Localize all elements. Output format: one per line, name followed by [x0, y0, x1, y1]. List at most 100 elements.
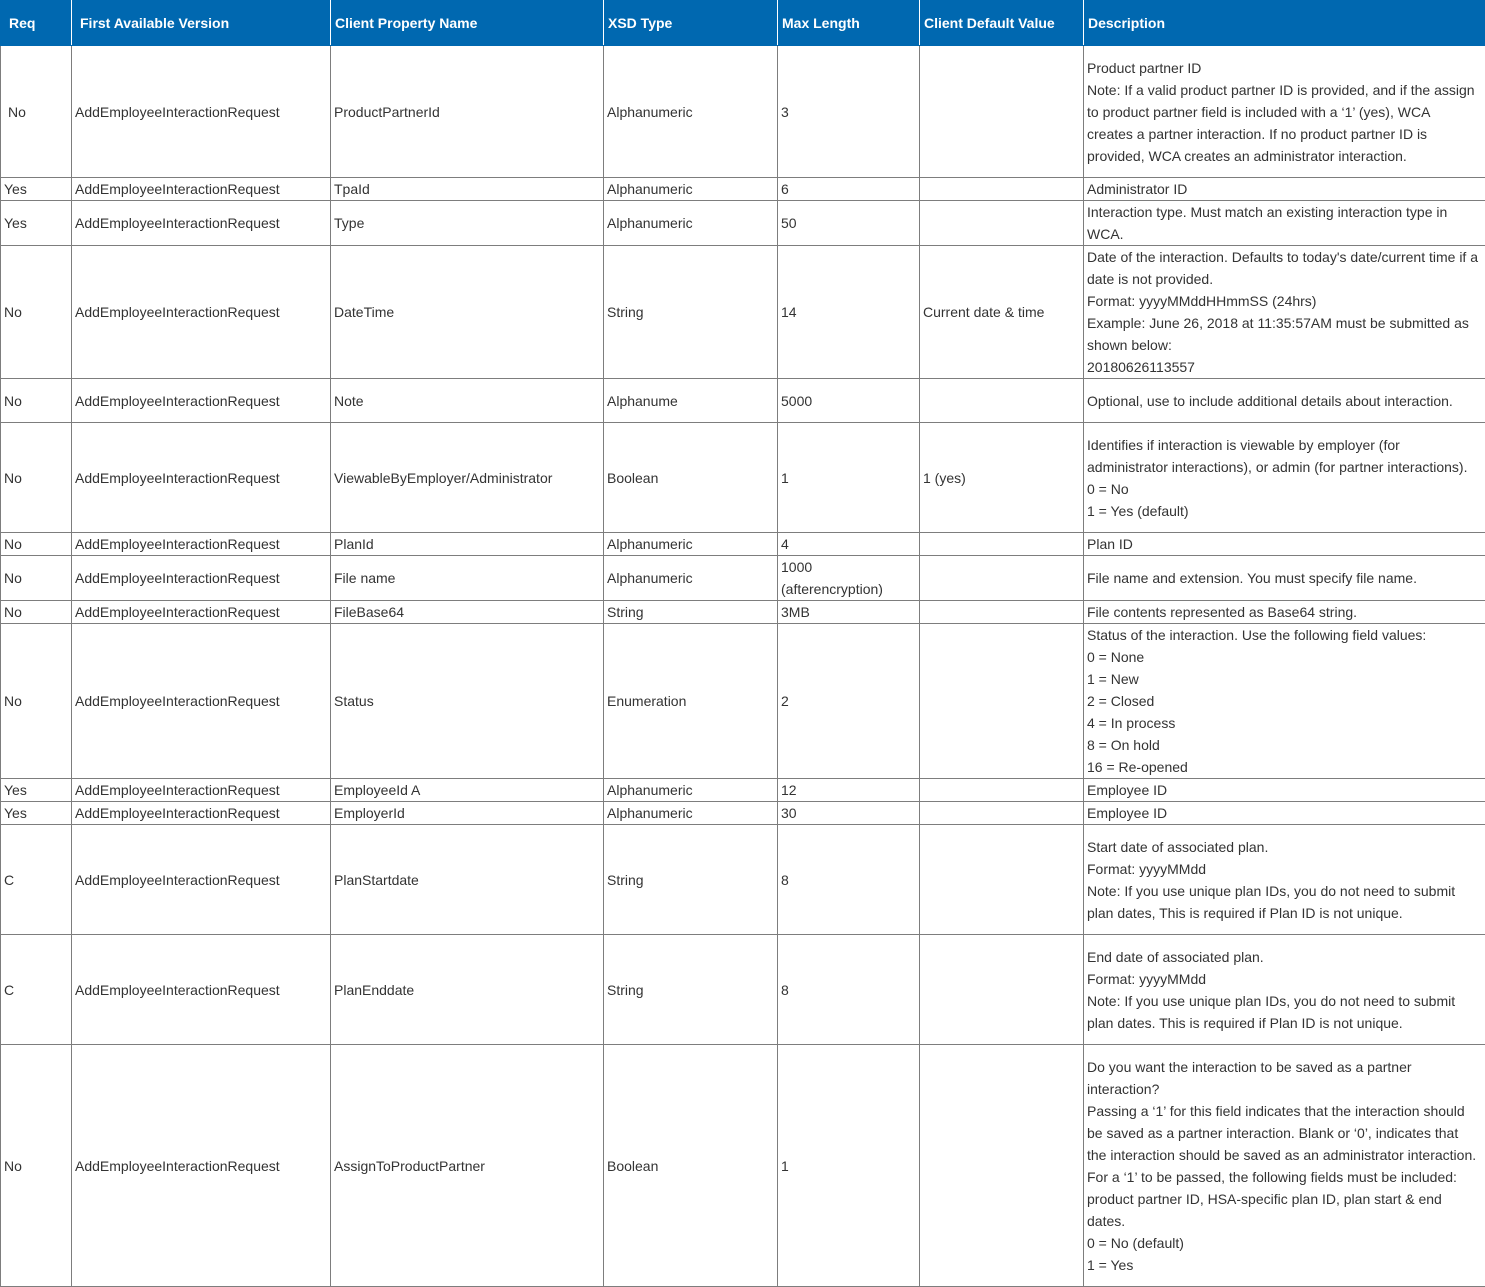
cell-description: Status of the interaction. Use the follo…: [1084, 624, 1485, 779]
header-client-property-name: Client Property Name: [331, 1, 604, 46]
header-req: Req: [1, 1, 72, 46]
table-row: No AddEmployeeInteractionRequest Product…: [1, 46, 1485, 178]
cell-description: Plan ID: [1084, 533, 1485, 556]
cell-req: No: [1, 624, 72, 779]
cell-max-length: 4: [778, 533, 920, 556]
cell-max-length: 1000 (afterencryption): [778, 556, 920, 601]
header-first-available-version: First Available Version: [72, 1, 331, 46]
cell-property-name: EmployerId: [331, 802, 604, 825]
cell-max-length: 6: [778, 178, 920, 201]
cell-max-length: 2: [778, 624, 920, 779]
cell-version: AddEmployeeInteractionRequest: [72, 201, 331, 246]
cell-default-value: Current date & time: [920, 246, 1084, 379]
cell-property-name: File name: [331, 556, 604, 601]
cell-description: Do you want the interaction to be saved …: [1084, 1045, 1485, 1287]
cell-version: AddEmployeeInteractionRequest: [72, 779, 331, 802]
cell-max-length: 1: [778, 423, 920, 533]
cell-xsd-type: Alphanumeric: [604, 201, 778, 246]
cell-property-name: Type: [331, 201, 604, 246]
cell-description: Administrator ID: [1084, 178, 1485, 201]
cell-property-name: AssignToProductPartner: [331, 1045, 604, 1287]
cell-version: AddEmployeeInteractionRequest: [72, 825, 331, 935]
table-row: No AddEmployeeInteractionRequest AssignT…: [1, 1045, 1485, 1287]
cell-default-value: [920, 379, 1084, 423]
cell-description: File name and extension. You must specif…: [1084, 556, 1485, 601]
table-body: No AddEmployeeInteractionRequest Product…: [1, 46, 1485, 1287]
header-description: Description: [1084, 1, 1485, 46]
cell-max-length: 50: [778, 201, 920, 246]
cell-req: No: [1, 533, 72, 556]
cell-xsd-type: Alphanumeric: [604, 533, 778, 556]
cell-max-length: 5000: [778, 379, 920, 423]
cell-max-length: 14: [778, 246, 920, 379]
table-row: Yes AddEmployeeInteractionRequest TpaId …: [1, 178, 1485, 201]
cell-version: AddEmployeeInteractionRequest: [72, 556, 331, 601]
cell-default-value: [920, 825, 1084, 935]
cell-xsd-type: Enumeration: [604, 624, 778, 779]
cell-description: Interaction type. Must match an existing…: [1084, 201, 1485, 246]
table-row: Yes AddEmployeeInteractionRequest Employ…: [1, 779, 1485, 802]
cell-default-value: [920, 1045, 1084, 1287]
cell-version: AddEmployeeInteractionRequest: [72, 802, 331, 825]
cell-property-name: EmployeeId A: [331, 779, 604, 802]
cell-xsd-type: Alphanumeric: [604, 556, 778, 601]
cell-description: Optional, use to include additional deta…: [1084, 379, 1485, 423]
header-xsd-type: XSD Type: [604, 1, 778, 46]
spec-table: Req First Available Version Client Prope…: [0, 0, 1485, 1287]
table-row: Yes AddEmployeeInteractionRequest Employ…: [1, 802, 1485, 825]
cell-xsd-type: Boolean: [604, 1045, 778, 1287]
cell-req: No: [1, 46, 72, 178]
cell-property-name: DateTime: [331, 246, 604, 379]
cell-description: Start date of associated plan. Format: y…: [1084, 825, 1485, 935]
table-row: Yes AddEmployeeInteractionRequest Type A…: [1, 201, 1485, 246]
cell-property-name: FileBase64: [331, 601, 604, 624]
cell-req: C: [1, 935, 72, 1045]
cell-default-value: [920, 178, 1084, 201]
cell-req: Yes: [1, 802, 72, 825]
cell-version: AddEmployeeInteractionRequest: [72, 1045, 331, 1287]
cell-req: No: [1, 601, 72, 624]
cell-version: AddEmployeeInteractionRequest: [72, 935, 331, 1045]
cell-xsd-type: Alphanumeric: [604, 178, 778, 201]
table-row: No AddEmployeeInteractionRequest Viewabl…: [1, 423, 1485, 533]
cell-xsd-type: Boolean: [604, 423, 778, 533]
cell-max-length: 12: [778, 779, 920, 802]
cell-description: Employee ID: [1084, 802, 1485, 825]
table-row: No AddEmployeeInteractionRequest FileBas…: [1, 601, 1485, 624]
cell-xsd-type: String: [604, 246, 778, 379]
cell-default-value: [920, 779, 1084, 802]
cell-version: AddEmployeeInteractionRequest: [72, 178, 331, 201]
table-row: No AddEmployeeInteractionRequest Status …: [1, 624, 1485, 779]
cell-version: AddEmployeeInteractionRequest: [72, 601, 331, 624]
cell-max-length: 3MB: [778, 601, 920, 624]
cell-version: AddEmployeeInteractionRequest: [72, 46, 331, 178]
table-row: C AddEmployeeInteractionRequest PlanEndd…: [1, 935, 1485, 1045]
cell-xsd-type: String: [604, 825, 778, 935]
cell-version: AddEmployeeInteractionRequest: [72, 624, 331, 779]
cell-default-value: 1 (yes): [920, 423, 1084, 533]
cell-xsd-type: Alphanumeric: [604, 802, 778, 825]
cell-req: No: [1, 246, 72, 379]
cell-property-name: ViewableByEmployer/Administrator: [331, 423, 604, 533]
cell-xsd-type: String: [604, 935, 778, 1045]
cell-description: Identifies if interaction is viewable by…: [1084, 423, 1485, 533]
cell-req: No: [1, 423, 72, 533]
header-max-length: Max Length: [778, 1, 920, 46]
cell-req: C: [1, 825, 72, 935]
table-row: C AddEmployeeInteractionRequest PlanStar…: [1, 825, 1485, 935]
cell-xsd-type: Alphanumeric: [604, 46, 778, 178]
cell-description: Date of the interaction. Defaults to tod…: [1084, 246, 1485, 379]
cell-max-length: 8: [778, 935, 920, 1045]
cell-default-value: [920, 624, 1084, 779]
cell-description: Employee ID: [1084, 779, 1485, 802]
cell-property-name: Note: [331, 379, 604, 423]
cell-property-name: Status: [331, 624, 604, 779]
cell-req: No: [1, 1045, 72, 1287]
cell-max-length: 8: [778, 825, 920, 935]
cell-version: AddEmployeeInteractionRequest: [72, 246, 331, 379]
cell-xsd-type: Alphanume: [604, 379, 778, 423]
cell-version: AddEmployeeInteractionRequest: [72, 379, 331, 423]
cell-default-value: [920, 935, 1084, 1045]
header-row: Req First Available Version Client Prope…: [1, 1, 1485, 46]
cell-default-value: [920, 201, 1084, 246]
